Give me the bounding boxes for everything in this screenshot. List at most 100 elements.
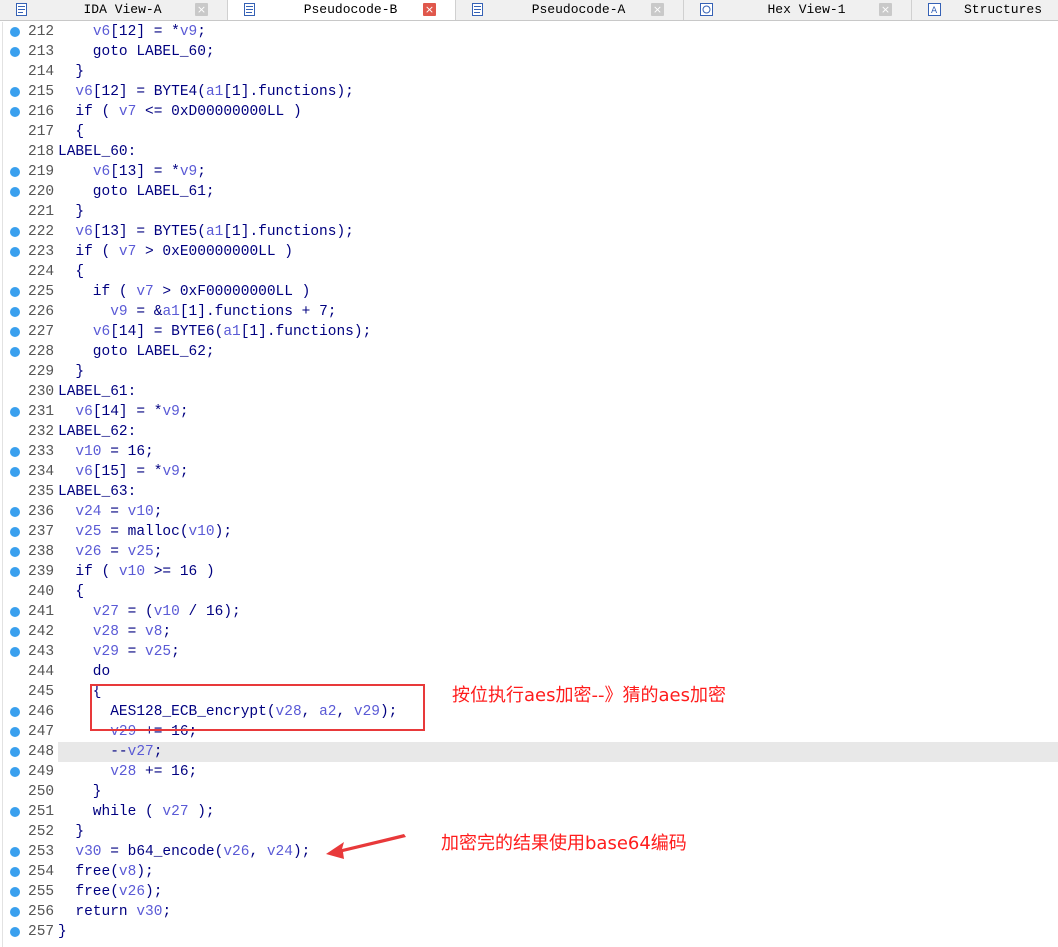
code-line[interactable]: 251 while ( v27 ); (0, 802, 1058, 822)
breakpoint-dot-icon[interactable] (10, 467, 20, 477)
code-line[interactable]: 216 if ( v7 <= 0xD00000000LL ) (0, 102, 1058, 122)
code-line[interactable]: 255 free(v26); (0, 882, 1058, 902)
breakpoint-dot-icon[interactable] (10, 227, 20, 237)
tab-hex-view-1[interactable]: Hex View-1 × (684, 0, 912, 20)
code-line[interactable]: 231 v6[14] = *v9; (0, 402, 1058, 422)
code-line[interactable]: 213 goto LABEL_60; (0, 42, 1058, 62)
code-text: goto LABEL_61; (58, 184, 215, 200)
breakpoint-dot-icon[interactable] (10, 887, 20, 897)
code-line[interactable]: 250 } (0, 782, 1058, 802)
code-line[interactable]: 219 v6[13] = *v9; (0, 162, 1058, 182)
breakpoint-dot-icon[interactable] (10, 767, 20, 777)
breakpoint-dot-icon[interactable] (10, 167, 20, 177)
breakpoint-dot-icon[interactable] (10, 507, 20, 517)
code-line[interactable]: 240 { (0, 582, 1058, 602)
breakpoint-dot-icon[interactable] (10, 47, 20, 57)
pseudocode-view[interactable]: 212 v6[12] = *v9; 213 goto LABEL_60; 214 }… (0, 22, 1058, 947)
code-line[interactable]: 236 v24 = v10; (0, 502, 1058, 522)
line-number: 242 (28, 624, 55, 640)
code-line[interactable]: 241 v27 = (v10 / 16); (0, 602, 1058, 622)
code-line[interactable]: 225 if ( v7 > 0xF00000000LL ) (0, 282, 1058, 302)
breakpoint-dot-icon[interactable] (10, 627, 20, 637)
code-line[interactable]: 257} (0, 922, 1058, 942)
code-line[interactable]: 238 v26 = v25; (0, 542, 1058, 562)
code-line[interactable]: 242 v28 = v8; (0, 622, 1058, 642)
close-tab-icon[interactable]: × (651, 3, 664, 16)
breakpoint-dot-icon[interactable] (10, 527, 20, 537)
code-text: v27 = (v10 / 16); (92, 604, 241, 620)
code-line[interactable]: 226 v9 = &a1[1].functions + 7; (0, 302, 1058, 322)
line-number: 229 (28, 364, 55, 380)
line-number: 215 (28, 84, 55, 100)
line-number: 233 (28, 444, 55, 460)
code-line[interactable]: 248 --v27; (0, 742, 1058, 762)
code-line[interactable]: 229 } (0, 362, 1058, 382)
breakpoint-dot-icon[interactable] (10, 747, 20, 757)
code-line[interactable]: 217 { (0, 122, 1058, 142)
close-tab-icon[interactable]: × (423, 3, 436, 16)
breakpoint-dot-icon[interactable] (10, 247, 20, 257)
breakpoint-dot-icon[interactable] (10, 647, 20, 657)
breakpoint-dot-icon[interactable] (10, 607, 20, 617)
code-line[interactable]: 237 v25 = malloc(v10); (0, 522, 1058, 542)
code-line[interactable]: 254 free(v8); (0, 862, 1058, 882)
code-line[interactable]: 222 v6[13] = BYTE5(a1[1].functions); (0, 222, 1058, 242)
breakpoint-dot-icon[interactable] (10, 907, 20, 917)
code-line[interactable]: 256 return v30; (0, 902, 1058, 922)
breakpoint-dot-icon[interactable] (10, 347, 20, 357)
code-line[interactable]: 223 if ( v7 > 0xE00000000LL ) (0, 242, 1058, 262)
tab-pseudocode-a[interactable]: Pseudocode-A × (456, 0, 684, 20)
breakpoint-dot-icon[interactable] (10, 847, 20, 857)
code-line[interactable]: 244 do (0, 662, 1058, 682)
code-line[interactable]: 249 v28 += 16; (0, 762, 1058, 782)
breakpoint-dot-icon[interactable] (10, 927, 20, 937)
code-line[interactable]: 212 v6[12] = *v9; (0, 22, 1058, 42)
code-text: v26 = v25; (75, 544, 163, 560)
breakpoint-dot-icon[interactable] (10, 447, 20, 457)
code-line[interactable]: 228 goto LABEL_62; (0, 342, 1058, 362)
breakpoint-dot-icon[interactable] (10, 307, 20, 317)
line-number: 236 (28, 504, 55, 520)
close-tab-icon[interactable]: × (195, 3, 208, 16)
code-text: v6[13] = BYTE5(a1[1].functions); (75, 224, 354, 240)
tab-ida-view-a[interactable]: IDA View-A × (0, 0, 228, 20)
breakpoint-dot-icon[interactable] (10, 107, 20, 117)
tab-structures[interactable]: A Structures (912, 0, 1058, 20)
code-line[interactable]: 233 v10 = 16; (0, 442, 1058, 462)
code-line[interactable]: 234 v6[15] = *v9; (0, 462, 1058, 482)
code-line[interactable]: 221 } (0, 202, 1058, 222)
code-line[interactable]: 218 LABEL_60: (0, 142, 1058, 162)
code-line[interactable]: 224 { (0, 262, 1058, 282)
code-line[interactable]: 227 v6[14] = BYTE6(a1[1].functions); (0, 322, 1058, 342)
code-text: v28 = v8; (92, 624, 172, 640)
tab-label: Structures (964, 2, 1043, 17)
code-line[interactable]: 220 goto LABEL_61; (0, 182, 1058, 202)
breakpoint-dot-icon[interactable] (10, 727, 20, 737)
breakpoint-dot-icon[interactable] (10, 87, 20, 97)
breakpoint-dot-icon[interactable] (10, 27, 20, 37)
line-number: 240 (28, 584, 55, 600)
code-line[interactable]: 230 LABEL_61: (0, 382, 1058, 402)
code-line[interactable]: 215 v6[12] = BYTE4(a1[1].functions); (0, 82, 1058, 102)
line-number: 251 (28, 804, 55, 820)
line-number: 219 (28, 164, 55, 180)
code-text: LABEL_63: (58, 484, 137, 500)
close-tab-icon[interactable]: × (879, 3, 892, 16)
code-line[interactable]: 239 if ( v10 >= 16 ) (0, 562, 1058, 582)
tab-label: Hex View-1 (767, 2, 846, 17)
breakpoint-dot-icon[interactable] (10, 187, 20, 197)
code-line[interactable]: 232 LABEL_62: (0, 422, 1058, 442)
breakpoint-dot-icon[interactable] (10, 867, 20, 877)
breakpoint-dot-icon[interactable] (10, 807, 20, 817)
code-text: --v27; (58, 744, 163, 760)
breakpoint-dot-icon[interactable] (10, 707, 20, 717)
code-line[interactable]: 214 } (0, 62, 1058, 82)
breakpoint-dot-icon[interactable] (10, 547, 20, 557)
tab-pseudocode-b[interactable]: Pseudocode-B × (228, 0, 456, 20)
code-line[interactable]: 235 LABEL_63: (0, 482, 1058, 502)
breakpoint-dot-icon[interactable] (10, 567, 20, 577)
breakpoint-dot-icon[interactable] (10, 287, 20, 297)
code-line[interactable]: 243 v29 = v25; (0, 642, 1058, 662)
breakpoint-dot-icon[interactable] (10, 327, 20, 337)
breakpoint-dot-icon[interactable] (10, 407, 20, 417)
